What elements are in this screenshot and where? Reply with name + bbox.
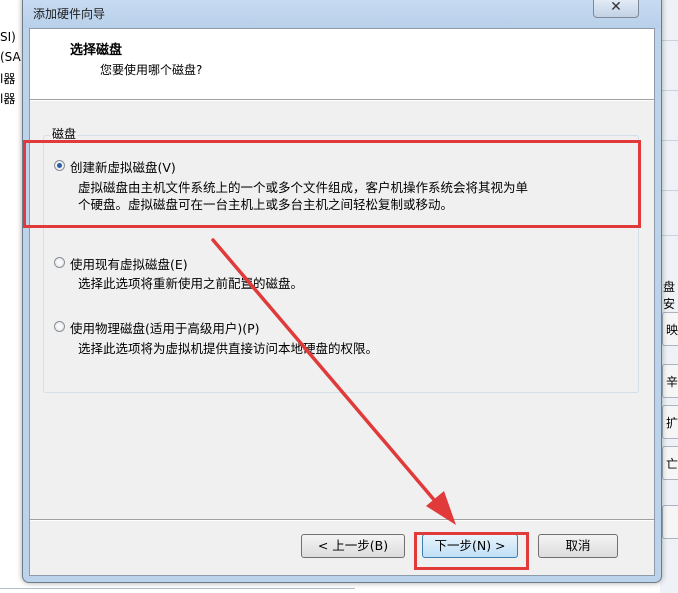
close-icon: ✕: [610, 0, 622, 15]
close-button[interactable]: ✕: [593, 0, 639, 18]
background-button: 亡: [662, 446, 678, 480]
description-line: 选择此选项将重新使用之前配置的磁盘。: [78, 276, 304, 291]
radio-unselected-icon[interactable]: [54, 257, 65, 268]
background-button: 映: [662, 312, 678, 346]
background-button: 扩: [662, 405, 678, 439]
wizard-content: 选择磁盘 您要使用哪个磁盘? 磁盘 创建新虚拟磁盘(V) 虚拟磁盘由主机文件系统…: [29, 28, 655, 576]
page-title: 选择磁盘: [70, 43, 123, 58]
back-button[interactable]: < 上一步(B): [301, 534, 405, 558]
option-label[interactable]: 使用物理磁盘(适用于高级用户)(P): [70, 318, 260, 337]
background-text: SI): [0, 30, 16, 44]
wizard-header: 选择磁盘 您要使用哪个磁盘?: [30, 29, 654, 99]
highlight-box-option: [23, 140, 641, 228]
background-button: [662, 505, 678, 539]
page-subtitle: 您要使用哪个磁盘?: [100, 63, 203, 77]
background-text: l器: [0, 92, 16, 106]
header-divider: [30, 99, 654, 101]
background-text: (SA: [0, 50, 21, 64]
background-window-left: SI) (SA l器 l器: [0, 0, 22, 593]
cancel-button[interactable]: 取消: [538, 534, 618, 558]
description-line: 选择此选项将为虚拟机提供直接访问本地硬盘的权限。: [78, 341, 379, 356]
background-window-right: 盘安 映 辛片 扩 亡: [660, 0, 678, 593]
option-description: 选择此选项将重新使用之前配置的磁盘。: [78, 275, 303, 292]
background-text: l器: [0, 72, 16, 86]
radio-unselected-icon[interactable]: [54, 321, 65, 332]
window-title: 添加硬件向导: [33, 7, 106, 21]
highlight-box-next-button: [414, 532, 529, 570]
background-divider: [0, 588, 355, 589]
background-text: 盘安: [663, 280, 676, 311]
background-button: 辛片: [662, 364, 678, 398]
title-bar[interactable]: 添加硬件向导 ✕: [23, 0, 661, 28]
add-hardware-wizard-dialog: 添加硬件向导 ✕ 选择磁盘 您要使用哪个磁盘? 磁盘 创建新虚拟磁盘(V) 虚拟…: [22, 0, 662, 583]
option-label[interactable]: 使用现有虚拟磁盘(E): [70, 254, 188, 273]
footer-divider: [30, 519, 654, 521]
option-description: 选择此选项将为虚拟机提供直接访问本地硬盘的权限。: [78, 340, 378, 357]
